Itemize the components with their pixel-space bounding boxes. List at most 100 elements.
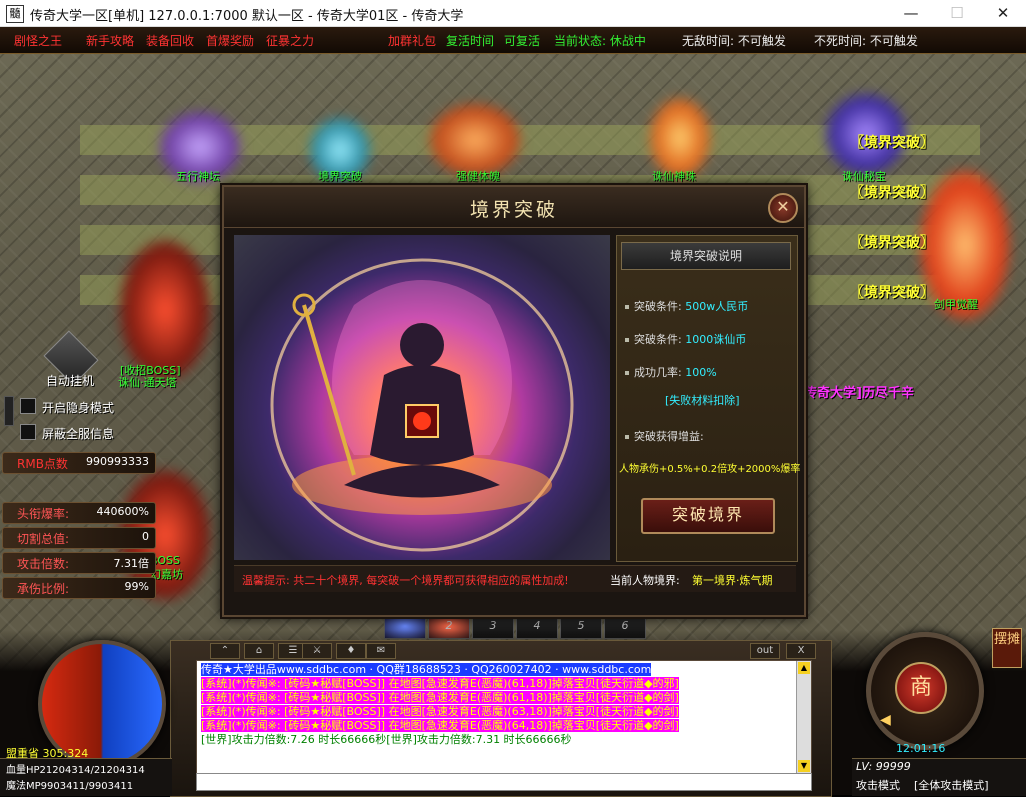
window-title: 传奇大学一区[单机] 127.0.0.1:7000 默认一区 - 传奇大学01区… [30, 9, 464, 24]
invincible-status: 无敌时间: 不可触发 [682, 34, 786, 48]
dialog-title: 境界突破 [469, 199, 558, 221]
npc-body-sprite[interactable] [430, 104, 520, 176]
stat-row: 头衔爆率: 440600% [2, 502, 156, 524]
current-realm-label: 当前人物境界: [610, 574, 680, 587]
breakthrough-tag[interactable]: 〖境界突破〗 [850, 232, 934, 252]
menu-item[interactable]: 新手攻略 [86, 32, 134, 49]
condition-row: 突破条件: 1000诛仙币 [625, 331, 746, 347]
meditation-artwork [234, 235, 610, 560]
npc-label[interactable]: 诛仙神珠 [652, 168, 696, 184]
revive-link[interactable]: 可复活 [504, 32, 540, 49]
shop-button[interactable]: 商 [895, 662, 947, 714]
chat-line: [世界]攻击力倍数:7.26 时长66666秒 [201, 733, 387, 746]
menu-item[interactable]: 首爆奖励 [206, 32, 254, 49]
menu-item[interactable]: 剧怪之王 [14, 32, 62, 49]
block-server-msg-label[interactable]: 屏蔽全服信息 [42, 425, 114, 442]
npc-label[interactable]: 境界突破 [318, 168, 362, 184]
chat-line: [系统](*)传闻※: [砖码★秘赋[BOSS]] 在地图[急速发育E(恶魔)(… [201, 691, 679, 704]
bullet-icon [625, 435, 629, 439]
auto-hang-label[interactable]: 自动挂机 [46, 372, 94, 389]
condition-label: 成功几率: [634, 366, 686, 379]
stat-value: 0 [142, 530, 149, 543]
stall-toggle-button[interactable]: 摆摊 [992, 628, 1022, 668]
breakthrough-tag[interactable]: 〖境界突破〗 [850, 132, 934, 152]
app-icon: 髓 [6, 5, 24, 23]
rmb-label: RMB点数 [17, 457, 68, 471]
gain-value: 人物承伤+0.5%+0.2倍攻+2000%爆率 [619, 464, 801, 475]
chat-tab-icon[interactable]: ⚔ [302, 643, 332, 659]
rmb-points-row: RMB点数 990993333 [2, 452, 156, 474]
condition-row: 成功几率: 100% [625, 364, 717, 380]
dialog-titlebar[interactable]: 境界突破 ✕ [224, 187, 804, 228]
stat-label: 切割总值: [17, 532, 70, 546]
condition-value: 500w人民币 [685, 300, 749, 313]
chat-tab-icon[interactable]: ♦ [336, 643, 366, 659]
panel-collapse-arrow[interactable] [4, 396, 14, 426]
condition-row: 突破条件: 500w人民币 [625, 298, 748, 314]
chat-tab-icon[interactable]: ⌃ [210, 643, 240, 659]
maximize-button[interactable]: ☐ [934, 0, 980, 26]
tip-text: 温馨提示: 共二十个境界, 每突破一个境界都可获得相应的属性加成! [242, 574, 569, 587]
menu-item[interactable]: 装备回收 [146, 32, 194, 49]
chat-line: [系统](*)传闻※: [砖码★秘赋[BOSS]] 在地图[急速发育E(恶魔)(… [201, 705, 679, 718]
sound-icon[interactable]: ◀ [880, 712, 891, 728]
stealth-mode-label[interactable]: 开启隐身模式 [42, 399, 114, 416]
stat-label: 头衔爆率: [17, 507, 70, 521]
condition-label: 突破条件: [634, 300, 686, 313]
mp-text: 魔法MP9903411/9903411 [6, 781, 134, 792]
condition-value: 1000诛仙币 [685, 333, 747, 346]
npc-label[interactable]: 五行神坛 [176, 168, 220, 184]
chat-tab-icon[interactable]: ⌂ [244, 643, 274, 659]
condition-value: 100% [685, 366, 717, 379]
chat-tab-icon[interactable]: ✉ [366, 643, 396, 659]
chat-line: [世界]攻击力倍数:7.31 时长66666秒 [386, 733, 572, 746]
top-menu-bar: 剧怪之王 新手攻略 装备回收 首爆奖励 征暴之力 加群礼包 复活时间 可复活 当… [0, 27, 1026, 54]
npc-label[interactable]: 剑甲觉醒 [934, 296, 978, 312]
dialog-footer: 温馨提示: 共二十个境界, 每突破一个境界都可获得相应的属性加成! 当前人物境界… [234, 565, 796, 592]
stat-label: 承伤比例: [17, 582, 70, 596]
stat-row: 攻击倍数: 7.31倍 [2, 552, 156, 574]
bullet-icon [625, 305, 629, 309]
hp-text: 血量HP21204314/21204314 [6, 765, 145, 776]
chat-input[interactable] [196, 773, 812, 791]
chat-line: [系统](*)传闻※: [砖码★秘赋[BOSS]] 在地图[急速发育E(恶魔)(… [201, 677, 679, 690]
meditation-figure-icon [270, 258, 574, 552]
dialog-close-button[interactable]: ✕ [768, 193, 798, 223]
stat-row: 承伤比例: 99% [2, 577, 156, 599]
gain-label: 突破获得增益: [634, 430, 704, 443]
info-header: 境界突破说明 [621, 242, 791, 270]
minimize-button[interactable]: — [888, 0, 934, 26]
npc-label[interactable]: 强健体魄 [456, 168, 500, 184]
current-realm-value: 第一境界·炼气期 [692, 574, 773, 587]
chat-line: [系统](*)传闻※: [砖码★秘赋[BOSS]] 在地图[急速发育E(恶魔)(… [201, 719, 679, 732]
gift-pack-link[interactable]: 加群礼包 [388, 32, 436, 49]
current-status: 当前状态: 休战中 [554, 34, 646, 48]
demon-statue-sprite[interactable] [120, 240, 210, 380]
chat-log[interactable]: 传奇★大学出品www.sddbc.com · QQ群18688523 · QQ2… [196, 660, 812, 774]
attack-mode-value[interactable]: [全体攻击模式] [914, 777, 989, 793]
breakthrough-tag[interactable]: 〖境界突破〗 [850, 182, 934, 202]
revive-time-link[interactable]: 复活时间 [446, 32, 494, 49]
scroll-down-icon[interactable]: ▼ [798, 760, 810, 772]
realm-breakthrough-dialog: 境界突破 ✕ 境界突破说明 突破条件: 500w人民币 突破条件: 1000诛仙… [222, 185, 806, 617]
chat-line: 传奇★大学出品www.sddbc.com · QQ群18688523 · QQ2… [201, 663, 652, 676]
chat-out-button[interactable]: out [750, 643, 780, 659]
npc-orb-sprite[interactable] [650, 98, 710, 178]
breakthrough-button[interactable]: 突破境界 [641, 498, 775, 534]
chat-lines: 传奇★大学出品www.sddbc.com · QQ群18688523 · QQ2… [201, 662, 811, 746]
chat-scrollbar[interactable]: ▲ ▼ [796, 661, 811, 773]
gain-row: 突破获得增益: [625, 428, 704, 444]
close-button[interactable]: ✕ [980, 0, 1026, 26]
breakthrough-tag[interactable]: 〖境界突破〗 [850, 282, 934, 302]
block-server-msg-checkbox[interactable] [20, 424, 36, 440]
fail-note: [失败材料扣除] [665, 394, 740, 407]
chat-close-button[interactable]: X [786, 643, 816, 659]
attack-mode-label: 攻击模式 [856, 779, 900, 792]
marquee-text: 传奇大学]历尽千辛 [804, 386, 914, 401]
stat-value: 99% [124, 580, 149, 593]
breakthrough-info-panel: 境界突破说明 突破条件: 500w人民币 突破条件: 1000诛仙币 成功几率:… [616, 235, 801, 562]
scroll-up-icon[interactable]: ▲ [798, 662, 810, 674]
bullet-icon [625, 338, 629, 342]
menu-item[interactable]: 征暴之力 [266, 32, 314, 49]
stealth-mode-checkbox[interactable] [20, 398, 36, 414]
